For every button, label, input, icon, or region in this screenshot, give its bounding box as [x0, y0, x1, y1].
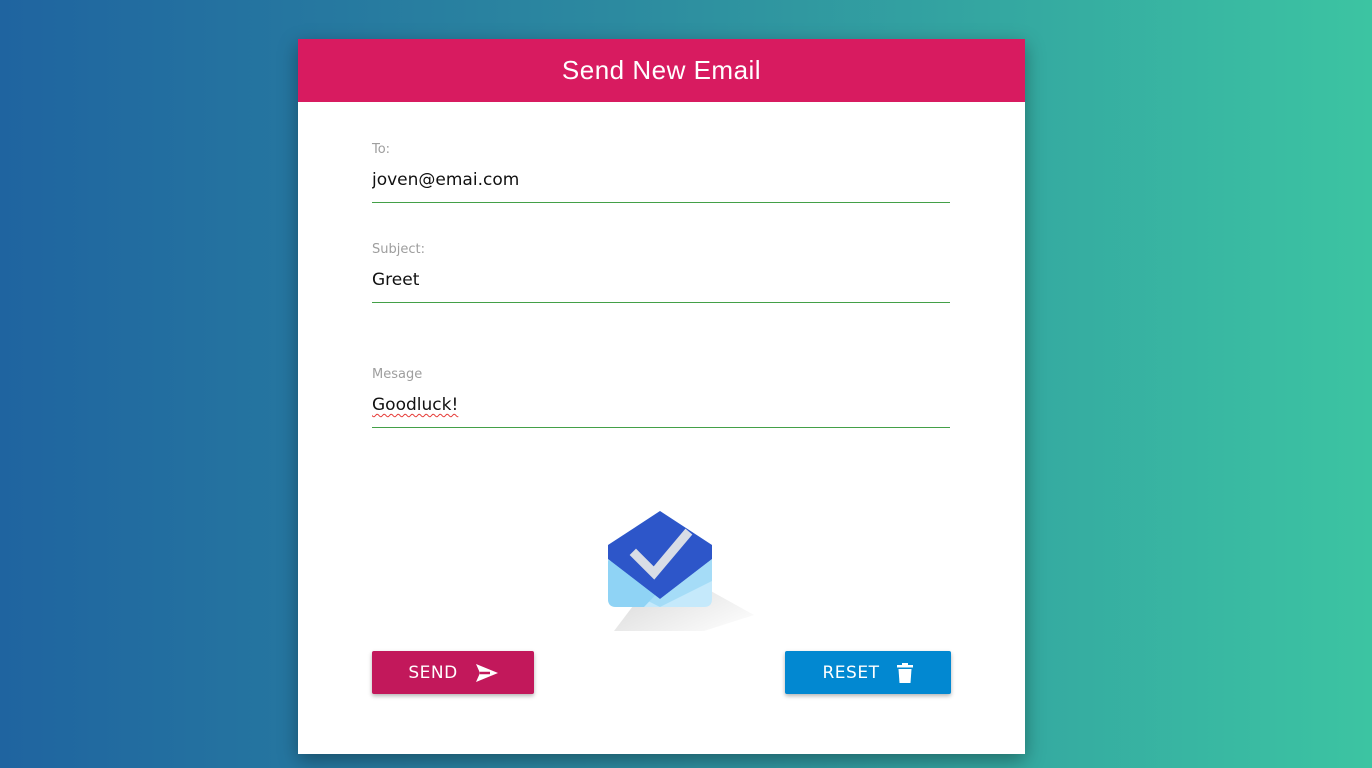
inbox-envelope-check-icon: [604, 505, 754, 631]
trash-icon: [897, 662, 914, 683]
send-icon: [475, 663, 498, 682]
subject-label: Subject:: [372, 242, 425, 257]
subject-input[interactable]: [372, 270, 950, 303]
to-input[interactable]: [372, 170, 950, 203]
message-input[interactable]: Goodluck!: [372, 395, 950, 428]
to-label: To:: [372, 142, 391, 157]
card-header: Send New Email: [298, 39, 1025, 102]
reset-button[interactable]: RESET: [785, 651, 951, 694]
page-title: Send New Email: [561, 55, 762, 85]
to-field-group: To:: [372, 142, 950, 203]
message-label: Mesage: [372, 367, 423, 382]
message-field-group: Mesage Goodluck!: [372, 367, 950, 428]
send-button[interactable]: SEND: [372, 651, 534, 694]
send-button-label: SEND: [408, 662, 458, 683]
message-text: Goodluck!: [372, 395, 459, 415]
reset-button-label: RESET: [822, 662, 880, 683]
subject-field-group: Subject:: [372, 242, 950, 303]
email-form-card: Send New Email To: Subject: Mesage Goodl…: [298, 39, 1025, 754]
